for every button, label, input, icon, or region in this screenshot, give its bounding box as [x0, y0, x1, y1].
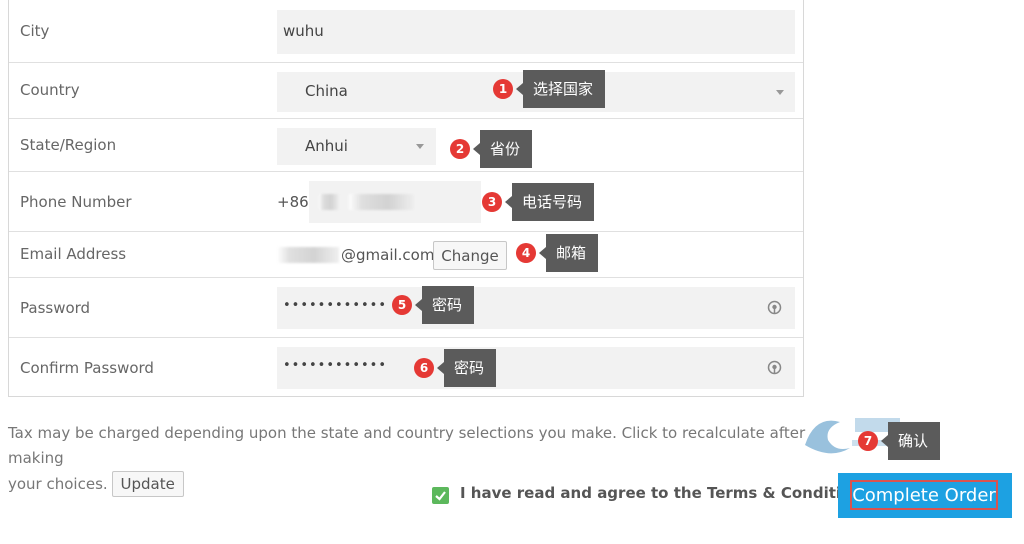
callout-7: 7 确认 — [858, 422, 941, 460]
callout-1: 1 选择国家 — [493, 70, 606, 108]
eye-icon[interactable] — [767, 360, 782, 375]
callout-3: 3 电话号码 — [482, 183, 595, 221]
callout-number: 7 — [858, 431, 878, 451]
callout-text: 确认 — [880, 422, 941, 460]
password-value: •••••••••••• — [283, 298, 388, 313]
password-input[interactable]: •••••••••••• — [277, 287, 795, 329]
callout-number: 1 — [493, 79, 513, 99]
callout-4: 4 邮箱 — [516, 234, 599, 272]
email-label: Email Address — [20, 245, 127, 263]
phone-prefix: +86 — [277, 193, 309, 211]
complete-order-label: Complete Order — [850, 480, 998, 510]
email-value: @gmail.com — [341, 246, 435, 264]
state-label: State/Region — [20, 136, 117, 154]
account-form: City wuhu Country China State/Region Anh… — [8, 0, 804, 397]
password-label: Password — [20, 299, 91, 317]
eye-icon[interactable] — [767, 300, 782, 315]
chevron-down-icon — [776, 90, 784, 95]
phone-row: Phone Number +86 — [9, 172, 803, 232]
callout-text: 选择国家 — [515, 70, 606, 108]
callout-number: 6 — [414, 358, 434, 378]
chevron-down-icon — [416, 144, 424, 149]
confirm-password-row: Confirm Password •••••••••••• — [9, 338, 803, 397]
callout-text: 密码 — [436, 349, 497, 387]
city-label: City — [20, 22, 50, 40]
confirm-password-value: •••••••••••• — [283, 358, 388, 373]
checkmark-icon — [435, 491, 446, 501]
city-row: City wuhu — [9, 0, 803, 63]
email-redacted — [277, 247, 339, 263]
country-label: Country — [20, 81, 80, 99]
callout-text: 电话号码 — [504, 183, 595, 221]
callout-text: 密码 — [414, 286, 475, 324]
change-email-button[interactable]: Change — [433, 241, 507, 270]
callout-number: 5 — [392, 295, 412, 315]
tax-note-line2: your choices. — [8, 474, 108, 493]
callout-number: 3 — [482, 192, 502, 212]
email-row: Email Address @gmail.com Change — [9, 232, 803, 278]
callout-number: 2 — [450, 139, 470, 159]
agree-terms-label[interactable]: I have read and agree to the Terms & Con… — [460, 484, 871, 502]
country-row: Country China — [9, 63, 803, 119]
confirm-password-input[interactable]: •••••••••••• — [277, 347, 795, 389]
callout-6: 6 密码 — [414, 349, 497, 387]
state-select[interactable]: Anhui — [277, 128, 436, 165]
tax-note-line1: Tax may be charged depending upon the st… — [8, 424, 806, 467]
phone-input[interactable] — [309, 181, 481, 223]
callout-5: 5 密码 — [392, 286, 475, 324]
complete-order-button[interactable]: Complete Order — [838, 473, 1012, 518]
callout-2: 2 省份 — [450, 130, 533, 168]
callout-number: 4 — [516, 243, 536, 263]
country-value: China — [305, 82, 348, 100]
callout-text: 邮箱 — [538, 234, 599, 272]
state-row: State/Region Anhui — [9, 119, 803, 172]
state-value: Anhui — [305, 137, 348, 155]
phone-label: Phone Number — [20, 193, 132, 211]
confirm-password-label: Confirm Password — [20, 359, 154, 377]
agree-checkbox[interactable] — [432, 487, 449, 504]
callout-text: 省份 — [472, 130, 533, 168]
update-button[interactable]: Update — [111, 471, 184, 497]
city-input[interactable]: wuhu — [277, 10, 795, 54]
